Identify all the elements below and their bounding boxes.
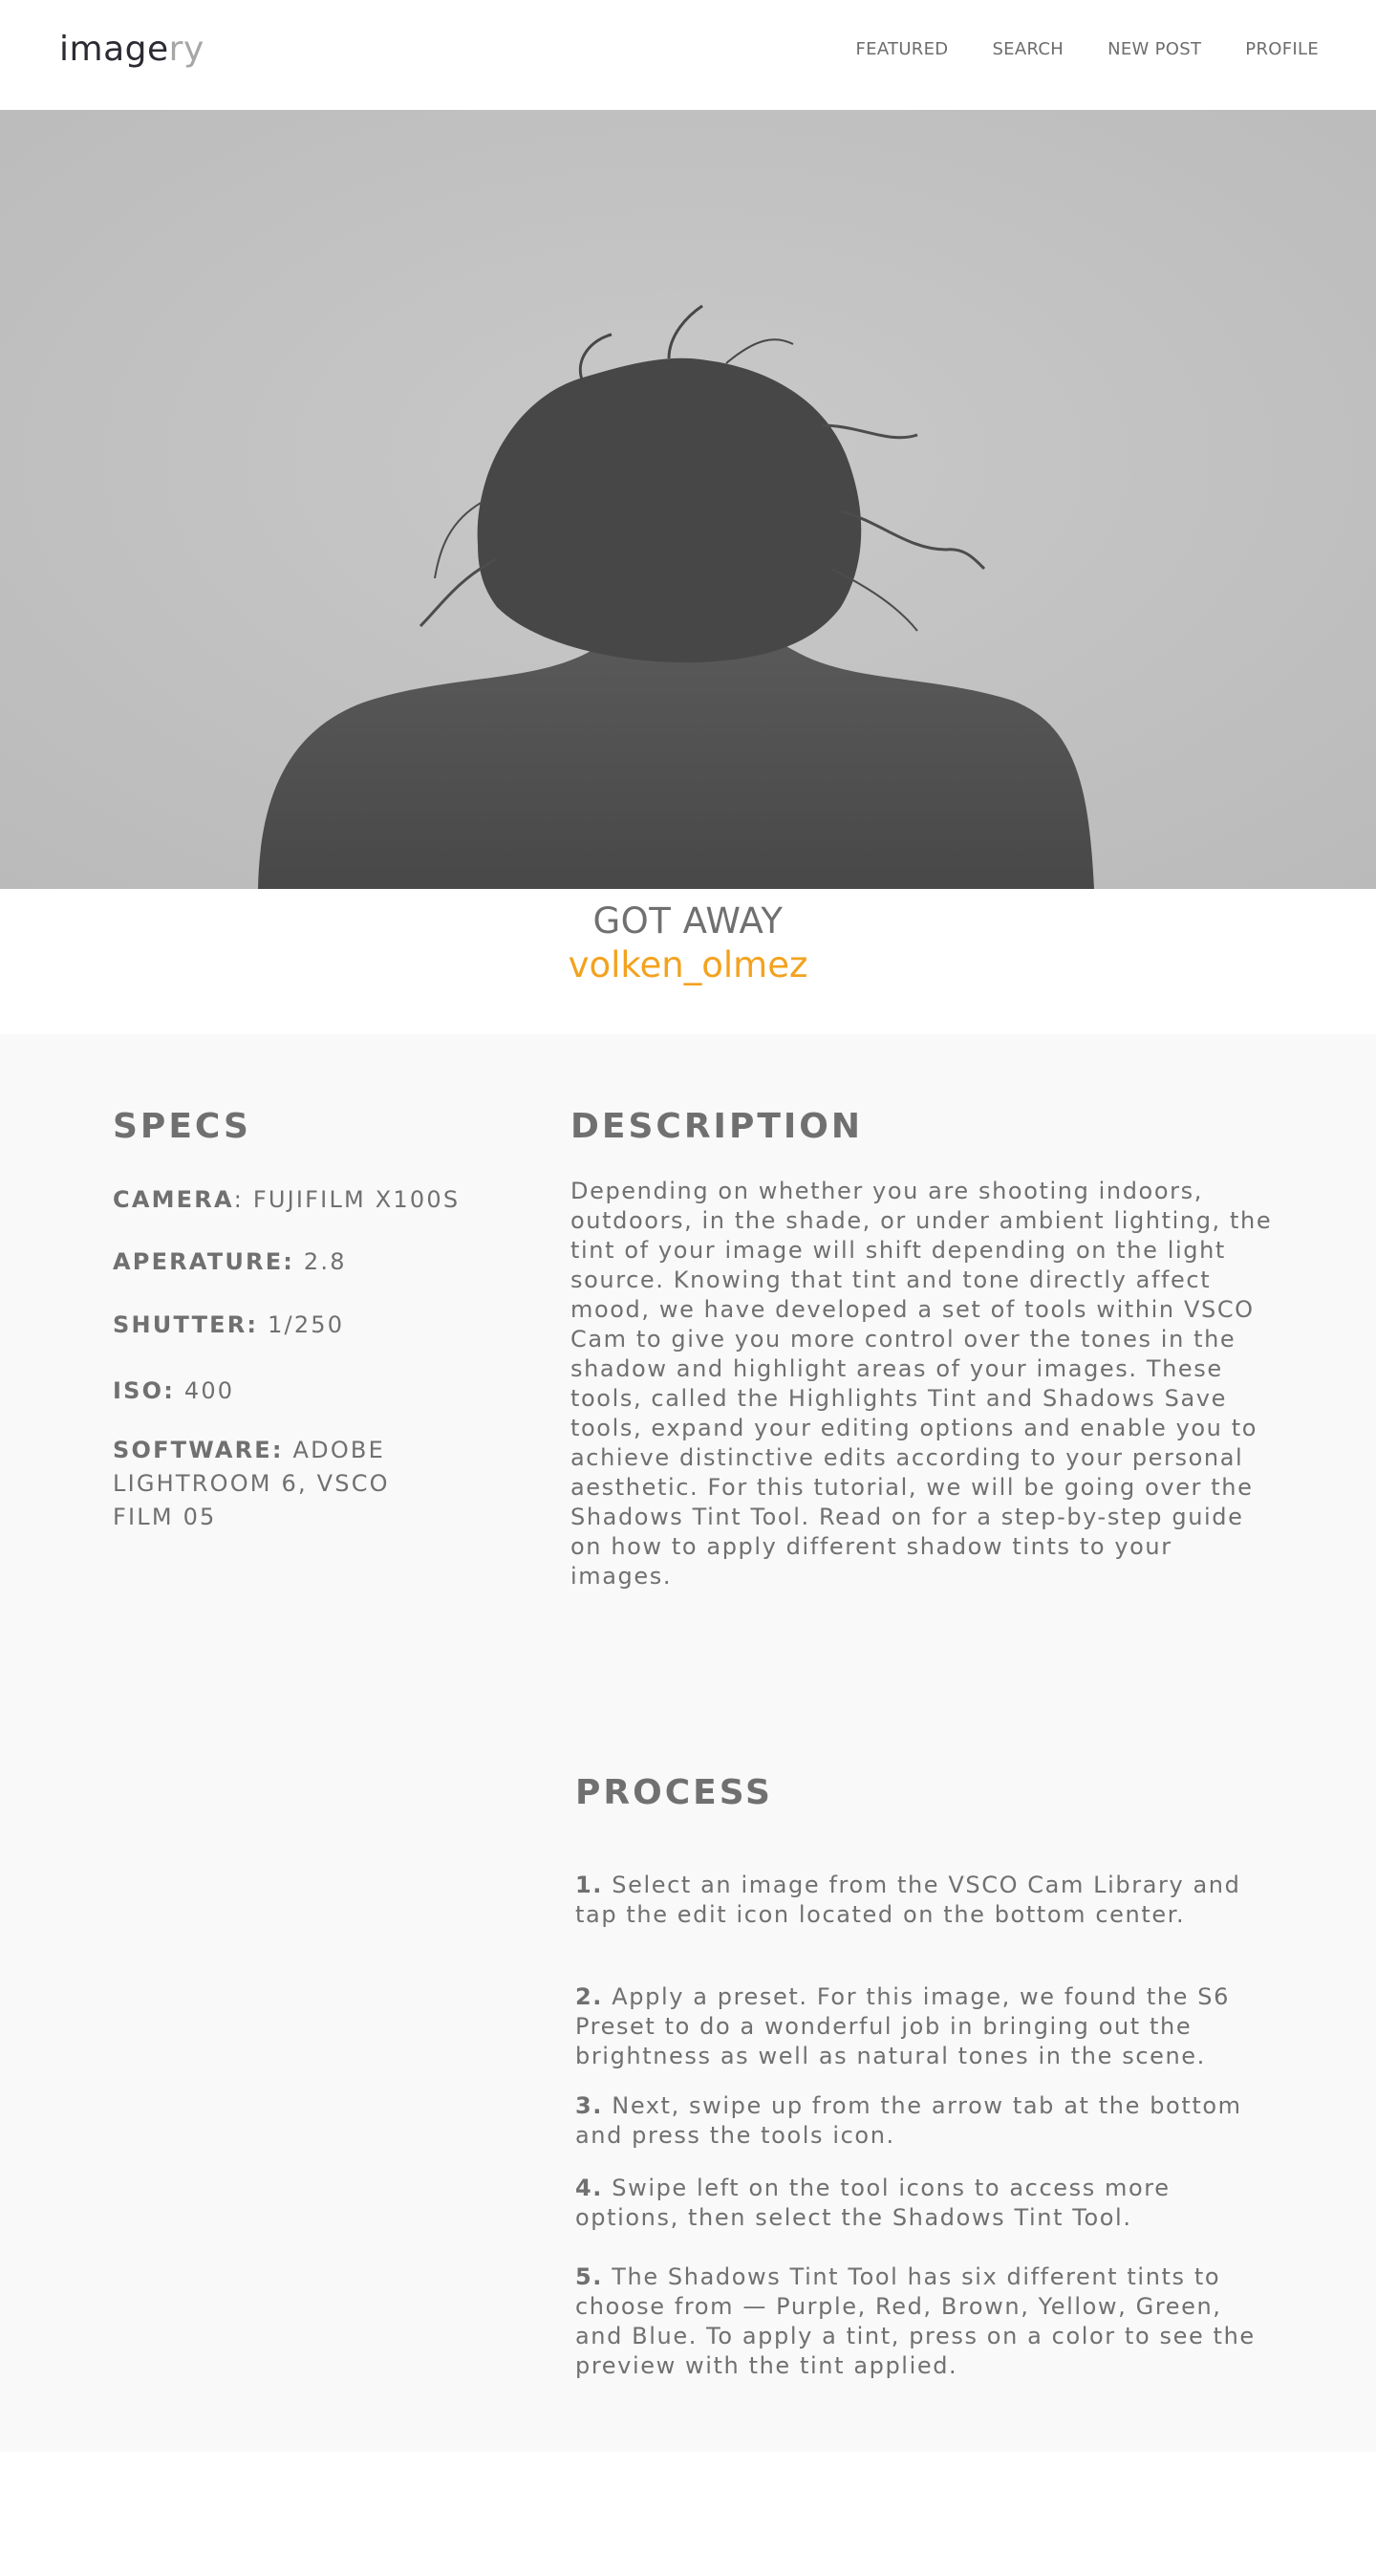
logo-text-dark: image [59, 30, 169, 69]
process-step: 4. Swipe left on the tool icons to acces… [575, 2174, 1273, 2233]
spec-iso-value: 400 [175, 1377, 235, 1404]
site-logo[interactable]: imagery [59, 27, 204, 73]
process-step: 3. Next, swipe up from the arrow tab at … [575, 2091, 1273, 2151]
post-author-link[interactable]: volken_olmez [0, 944, 1376, 986]
nav-profile[interactable]: PROFILE [1245, 38, 1319, 61]
spec-software: SOFTWARE: ADOBE LIGHTROOM 6, VSCO FILM 0… [113, 1434, 457, 1534]
process-step-text: Swipe left on the tool icons to access m… [575, 2175, 1171, 2231]
spec-aperture-label: APERATURE: [113, 1248, 295, 1275]
nav-new-post[interactable]: NEW POST [1107, 38, 1201, 61]
process-step: 5. The Shadows Tint Tool has six differe… [575, 2262, 1273, 2381]
process-step-text: Apply a preset. For this image, we found… [575, 1983, 1230, 2069]
spec-camera-label: CAMERA [113, 1186, 234, 1213]
hero-photo [0, 110, 1376, 889]
specs-heading: SPECS [113, 1107, 251, 1146]
spec-iso-label: ISO: [113, 1377, 176, 1404]
spec-camera: CAMERA: FUJIFILM X100S [113, 1183, 495, 1217]
spec-aperture-value: 2.8 [294, 1248, 347, 1275]
process-step: 1. Select an image from the VSCO Cam Lib… [575, 1871, 1273, 1930]
logo-text-light: ry [168, 30, 204, 69]
nav-featured[interactable]: FEATURED [856, 38, 949, 61]
description-heading: DESCRIPTION [570, 1107, 864, 1146]
spec-iso: ISO: 400 [113, 1375, 495, 1408]
post-title: GOT AWAY [592, 900, 784, 942]
process-step-number: 1. [575, 1872, 604, 1898]
spec-aperture: APERATURE: 2.8 [113, 1245, 495, 1279]
hero-photo-illustration [0, 110, 1376, 889]
process-step-number: 5. [575, 2263, 604, 2290]
process-step-text: The Shadows Tint Tool has six different … [575, 2263, 1256, 2379]
process-step-text: Select an image from the VSCO Cam Librar… [575, 1872, 1241, 1928]
spec-software-label: SOFTWARE: [113, 1437, 284, 1463]
nav-search[interactable]: SEARCH [992, 38, 1064, 61]
process-step-text: Next, swipe up from the arrow tab at the… [575, 2092, 1242, 2149]
process-step-number: 3. [575, 2092, 604, 2119]
spec-shutter-value: 1/250 [258, 1311, 345, 1338]
spec-shutter-label: SHUTTER: [113, 1311, 259, 1338]
process-step-number: 4. [575, 2175, 604, 2201]
process-heading: PROCESS [575, 1773, 773, 1812]
spec-shutter: SHUTTER: 1/250 [113, 1309, 495, 1342]
main-nav: FEATURED SEARCH NEW POST PROFILE [812, 38, 1320, 61]
spec-camera-value: : FUJIFILM X100S [233, 1186, 461, 1213]
process-step: 2. Apply a preset. For this image, we fo… [575, 1982, 1273, 2071]
process-step-number: 2. [575, 1983, 604, 2010]
description-text: Depending on whether you are shooting in… [570, 1178, 1273, 1590]
site-header: imagery FEATURED SEARCH NEW POST PROFILE [0, 0, 1376, 110]
